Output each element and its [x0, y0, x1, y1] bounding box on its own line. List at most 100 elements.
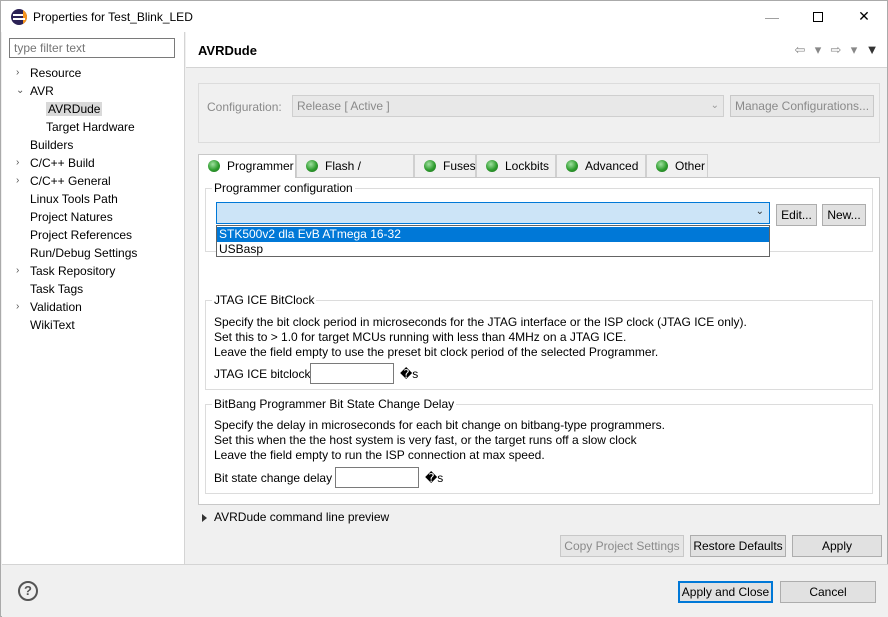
tab-other[interactable]: Other [646, 154, 708, 177]
chevron-right-icon[interactable]: › [16, 172, 26, 190]
tree-item-label: WikiText [30, 318, 75, 332]
tree-item-label: Project Natures [30, 210, 113, 224]
tree-item-task-tags[interactable]: Task Tags [30, 280, 83, 298]
forward-arrow-icon[interactable]: ⇨ [829, 42, 843, 58]
apply-and-close-button[interactable]: Apply and Close [678, 581, 773, 603]
tree-item-label: Target Hardware [46, 120, 135, 134]
tab-flash-eeprom[interactable]: Flash / EEPROM [296, 154, 414, 195]
back-menu-icon[interactable]: ▾ [811, 42, 825, 58]
tree-item-label: AVRDude [46, 102, 103, 116]
properties-dialog: Properties for Test_Blink_LED — ✕ › Resou… [0, 0, 888, 617]
tree-item-label: C/C++ Build [30, 156, 95, 170]
minimize-button[interactable]: — [749, 1, 795, 32]
title-bar: Properties for Test_Blink_LED — ✕ [1, 1, 887, 32]
tab-lockbits[interactable]: Lockbits [476, 154, 556, 177]
chevron-down-icon: ⌄ [755, 206, 764, 217]
manage-configurations-button[interactable]: Manage Configurations... [730, 95, 874, 117]
close-icon: ✕ [858, 8, 870, 24]
tree-item-builders[interactable]: Builders [30, 136, 73, 154]
tree-item-project-references[interactable]: Project References [30, 226, 132, 244]
bitbang-title: BitBang Programmer Bit State Change Dela… [212, 397, 457, 411]
maximize-button[interactable] [795, 1, 841, 32]
command-preview-toggle[interactable]: AVRDude command line preview [202, 510, 389, 524]
restore-defaults-button[interactable]: Restore Defaults [690, 535, 786, 557]
maximize-icon [813, 11, 823, 22]
chevron-right-icon[interactable]: › [16, 154, 26, 172]
status-led-icon [208, 160, 220, 172]
navigation-panel: › Resource ⌄ AVR AVRDude Target Hardware Build… [2, 32, 185, 564]
jtag-group: JTAG ICE BitClock Specify the bit clock … [205, 293, 873, 390]
tree-item-label: Run/Debug Settings [30, 246, 138, 260]
tree-item-avrdude[interactable]: AVRDude [46, 100, 103, 118]
bitbang-field-label: Bit state change delay [214, 471, 333, 485]
forward-menu-icon[interactable]: ▾ [847, 42, 861, 58]
help-icon[interactable]: ? [18, 581, 38, 601]
status-led-icon [656, 160, 668, 172]
tree-item-avr[interactable]: ⌄ AVR [16, 82, 54, 100]
tree-item-project-natures[interactable]: Project Natures [30, 208, 113, 226]
status-led-icon [486, 160, 498, 172]
tree-item-label: Task Tags [30, 282, 84, 296]
programmer-dropdown-list: STK500v2 dla EvB ATmega 16-32 USBasp [216, 225, 770, 257]
tree-item-validation[interactable]: › Validation [16, 298, 82, 316]
jtag-field-label: JTAG ICE bitclock [214, 367, 311, 381]
close-button[interactable]: ✕ [841, 1, 887, 32]
tree-item-label: Resource [30, 66, 82, 80]
dropdown-option[interactable]: USBasp [217, 242, 769, 257]
tree-item-c-c-build[interactable]: › C/C++ Build [16, 154, 95, 172]
status-led-icon [424, 160, 436, 172]
bitbang-desc-2: Set this when the the host system is ver… [214, 433, 637, 447]
tab-programmer[interactable]: Programmer [198, 154, 296, 178]
tree-item-resource[interactable]: › Resource [16, 64, 82, 82]
bit-delay-field[interactable] [335, 467, 419, 488]
configuration-select[interactable]: Release [ Active ] ⌄ [292, 95, 724, 117]
status-led-icon [306, 160, 318, 172]
tree-item-c-c-general[interactable]: › C/C++ General [16, 172, 111, 190]
tab-advanced[interactable]: Advanced [556, 154, 646, 177]
jtag-desc-2: Set this to > 1.0 for target MCUs runnin… [214, 330, 627, 344]
tree-item-label: Task Repository [30, 264, 116, 278]
programmer-config-title: Programmer configuration [212, 181, 355, 195]
chevron-right-icon[interactable]: › [16, 298, 26, 316]
tree-item-label: Linux Tools Path [30, 192, 118, 206]
tree-item-label: Validation [30, 300, 82, 314]
expand-triangle-icon [202, 513, 207, 522]
tab-fuses[interactable]: Fuses [414, 154, 476, 177]
view-menu-icon[interactable]: ▼ [865, 42, 879, 58]
programmer-select[interactable]: ⌄ [216, 202, 770, 224]
chevron-right-icon[interactable]: › [16, 262, 26, 280]
cancel-button[interactable]: Cancel [780, 581, 876, 603]
configuration-value: Release [ Active ] [297, 99, 390, 113]
jtag-unit: �s [400, 367, 419, 381]
copy-project-settings-button[interactable]: Copy Project Settings [560, 535, 684, 557]
chevron-right-icon[interactable]: › [16, 64, 26, 82]
jtag-title: JTAG ICE BitClock [212, 293, 317, 307]
apply-button[interactable]: Apply [792, 535, 882, 557]
jtag-bitclock-field[interactable] [310, 363, 394, 384]
filter-input[interactable] [9, 38, 175, 58]
chevron-down-icon[interactable]: ⌄ [16, 82, 26, 100]
tree-item-label: AVR [30, 84, 54, 98]
page-header: AVRDude ⇦ ▾ ⇨ ▾ ▼ [186, 32, 887, 68]
tab-label: Programmer [227, 159, 294, 173]
dropdown-option[interactable]: STK500v2 dla EvB ATmega 16-32 [217, 227, 769, 242]
tree-item-label: C/C++ General [30, 174, 111, 188]
tree-item-task-repository[interactable]: › Task Repository [16, 262, 116, 280]
edit-programmer-button[interactable]: Edit... [776, 204, 817, 226]
page-nav: ⇦ ▾ ⇨ ▾ ▼ [793, 42, 879, 58]
back-arrow-icon[interactable]: ⇦ [793, 42, 807, 58]
new-programmer-button[interactable]: New... [822, 204, 866, 226]
jtag-desc-1: Specify the bit clock period in microsec… [214, 315, 747, 329]
tree-item-wikitext[interactable]: WikiText [30, 316, 75, 334]
tree-item-label: Project References [30, 228, 133, 242]
window-title: Properties for Test_Blink_LED [33, 9, 193, 24]
tree-item-linux-tools-path[interactable]: Linux Tools Path [30, 190, 118, 208]
bitbang-group: BitBang Programmer Bit State Change Dela… [205, 397, 873, 494]
bitbang-desc-3: Leave the field empty to run the ISP con… [214, 448, 545, 462]
page-title: AVRDude [198, 43, 257, 58]
tree-item-target-hardware[interactable]: Target Hardware [46, 118, 135, 136]
status-led-icon [566, 160, 578, 172]
tab-label: Advanced [585, 159, 639, 173]
tab-label: Fuses [443, 159, 476, 173]
tree-item-run-debug-settings[interactable]: Run/Debug Settings [30, 244, 137, 262]
